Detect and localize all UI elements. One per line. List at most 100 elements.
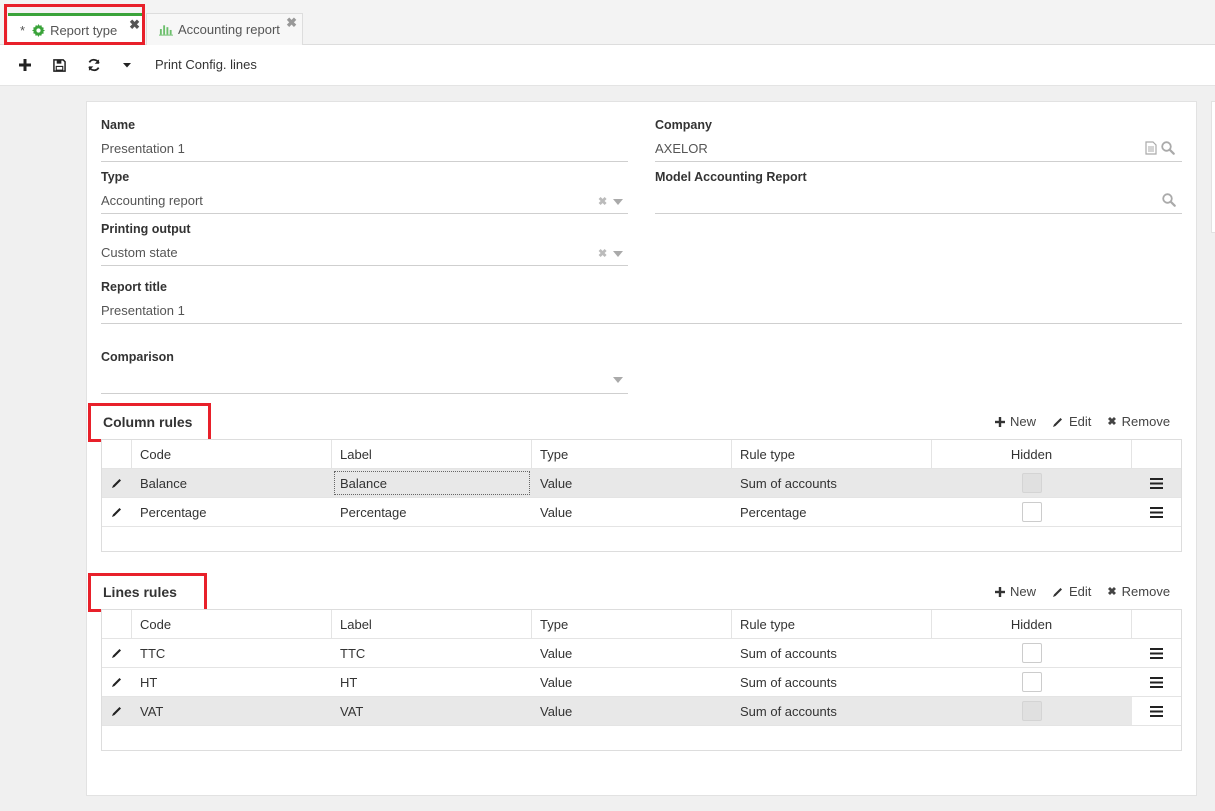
model-accounting-report-label: Model Accounting Report [655,170,807,184]
edit-column-header [102,440,132,468]
plus-icon [995,586,1005,597]
row-edit-pencil-icon[interactable] [102,469,132,497]
cell-hidden [932,469,1132,497]
report-title-field[interactable]: Presentation 1 [101,303,185,318]
plus-icon [995,416,1005,427]
tab-label: Report type [50,23,118,38]
company-field-icons [1145,141,1175,155]
table-row[interactable]: Balance Balance Value Sum of accounts [102,469,1181,498]
row-edit-pencil-icon[interactable] [102,498,132,526]
hidden-checkbox[interactable] [1022,502,1042,522]
refresh-icon[interactable] [84,55,104,75]
new-label: New [1010,584,1037,599]
hidden-checkbox[interactable] [1022,672,1042,692]
column-header-code[interactable]: Code [132,610,332,638]
column-rules-new-button[interactable]: New [995,414,1036,429]
comparison-select-underline [101,393,628,394]
table-row[interactable]: TTC TTC Value Sum of accounts [102,639,1181,668]
column-rules-title: Column rules [103,414,193,430]
column-header-type[interactable]: Type [532,610,732,638]
printing-output-icons: ✖ [598,247,624,260]
modified-marker: * [20,23,26,38]
row-menu-icon[interactable] [1132,469,1181,497]
bar-chart-icon [159,23,173,37]
menu-column-header [1132,440,1181,468]
tab-accounting-report[interactable]: Accounting report ✖ [146,13,303,45]
row-menu-icon[interactable] [1132,639,1181,667]
hidden-checkbox[interactable] [1022,643,1042,663]
save-icon[interactable] [49,55,69,75]
clear-icon[interactable]: ✖ [598,195,607,208]
printing-output-label: Printing output [101,222,191,236]
hidden-checkbox[interactable] [1022,473,1042,493]
column-header-label[interactable]: Label [332,440,532,468]
cell-label[interactable]: Balance [332,469,532,497]
lines-rules-actions: New Edit ✖ Remove [995,584,1170,599]
column-header-label[interactable]: Label [332,610,532,638]
printing-output-select[interactable]: Custom state [101,245,178,260]
cell-rule-type: Sum of accounts [740,703,837,719]
chevron-down-icon[interactable] [613,198,624,205]
table-row[interactable]: HT HT Value Sum of accounts [102,668,1181,697]
edit-label: Edit [1069,414,1092,429]
edit-label: Edit [1069,584,1092,599]
cell-hidden [932,697,1132,725]
grid-header: Code Label Type Rule type Hidden [102,440,1181,469]
table-row[interactable]: Percentage Percentage Value Percentage [102,498,1181,527]
column-rules-remove-button[interactable]: ✖ Remove [1107,414,1170,429]
row-menu-icon[interactable] [1132,668,1181,696]
cell-code: HT [140,674,158,690]
model-accounting-report-underline [655,213,1182,214]
column-header-type[interactable]: Type [532,440,732,468]
column-rules-edit-button[interactable]: Edit [1052,414,1091,429]
cell-rule-type: Sum of accounts [740,674,837,690]
search-icon[interactable] [1161,141,1175,155]
column-header-hidden[interactable]: Hidden [932,610,1132,638]
name-field-underline [101,161,628,162]
clear-icon[interactable]: ✖ [598,247,607,260]
lines-rules-remove-button[interactable]: ✖ Remove [1107,584,1170,599]
column-header-hidden[interactable]: Hidden [932,440,1132,468]
cell-rule-type: Sum of accounts [740,475,837,491]
cell-hidden [932,668,1132,696]
row-edit-pencil-icon[interactable] [102,697,132,725]
lines-rules-new-button[interactable]: New [995,584,1036,599]
column-header-code[interactable]: Code [132,440,332,468]
print-config-lines-button[interactable]: Print Config. lines [155,57,257,72]
plus-icon[interactable] [15,55,35,75]
tab-report-type[interactable]: * Report type ✖ [8,13,145,45]
caret-down-icon[interactable] [117,55,137,75]
company-label: Company [655,118,712,132]
name-field[interactable]: Presentation 1 [101,141,185,156]
company-field[interactable]: AXELOR [655,141,708,156]
remove-label: Remove [1121,584,1171,599]
column-header-rule-type[interactable]: Rule type [732,440,932,468]
side-panel-edge [1211,101,1215,233]
cell-label: VAT [340,703,364,719]
cell-rule-type: Percentage [740,504,807,520]
row-menu-icon[interactable] [1132,498,1181,526]
hidden-checkbox[interactable] [1022,701,1042,721]
chevron-down-icon[interactable] [613,250,624,257]
type-select[interactable]: Accounting report [101,193,203,208]
row-edit-pencil-icon[interactable] [102,668,132,696]
name-label: Name [101,118,136,132]
close-tab-icon[interactable]: ✖ [286,15,297,31]
type-label: Type [101,170,130,184]
cell-type: Value [540,674,573,690]
close-tab-icon[interactable]: ✖ [129,17,140,33]
remove-label: Remove [1121,414,1171,429]
column-header-rule-type[interactable]: Rule type [732,610,932,638]
type-select-underline [101,213,628,214]
cell-code: Balance [140,475,187,491]
tab-bar: * Report type ✖ Accounting report ✖ [0,0,1215,45]
chevron-down-icon[interactable] [613,377,623,383]
table-row[interactable]: VAT VAT Value Sum of accounts [102,697,1181,726]
company-field-underline [655,161,1182,162]
document-icon[interactable] [1145,141,1157,155]
row-edit-pencil-icon[interactable] [102,639,132,667]
search-icon[interactable] [1162,193,1176,207]
lines-rules-edit-button[interactable]: Edit [1052,584,1091,599]
tab-label: Accounting report [178,22,280,37]
row-menu-icon[interactable] [1132,697,1181,725]
